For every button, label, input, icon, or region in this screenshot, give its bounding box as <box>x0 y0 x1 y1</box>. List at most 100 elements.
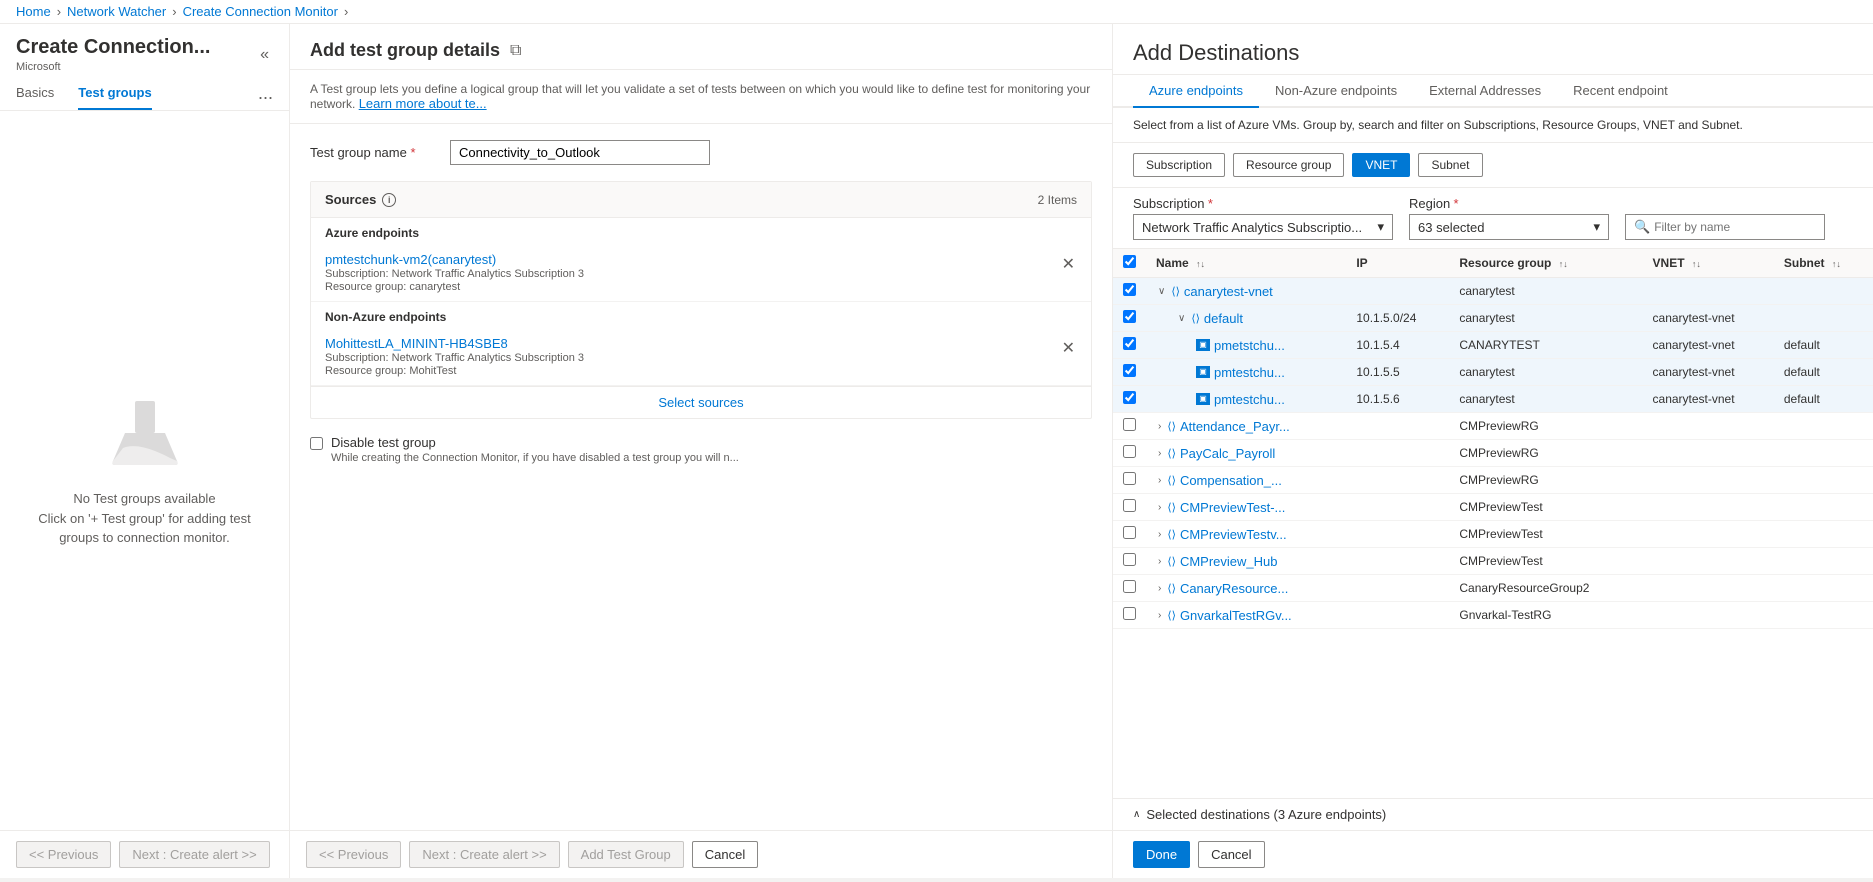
right-panel-title: Add Destinations <box>1133 40 1853 66</box>
expand-button[interactable]: › <box>1156 475 1163 486</box>
done-button[interactable]: Done <box>1133 841 1190 868</box>
expand-button[interactable]: › <box>1156 610 1163 621</box>
row-name-link[interactable]: Attendance_Payr... <box>1180 419 1290 434</box>
select-sources-button[interactable]: Select sources <box>311 386 1091 418</box>
region-label: Region * <box>1409 196 1609 211</box>
filter-vnet-button[interactable]: VNET <box>1352 153 1410 177</box>
row-resource-group-cell: canarytest <box>1449 278 1642 305</box>
row-checkbox[interactable] <box>1123 472 1136 485</box>
row-checkbox[interactable] <box>1123 580 1136 593</box>
breadcrumb-sep1: › <box>57 4 61 19</box>
select-all-header[interactable] <box>1113 249 1146 278</box>
row-subnet-cell <box>1774 413 1873 440</box>
row-name-link[interactable]: pmetstchu... <box>1214 338 1285 353</box>
learn-more-link[interactable]: Learn more about te... <box>359 96 487 111</box>
expand-button[interactable]: › <box>1156 529 1163 540</box>
row-name-link[interactable]: pmtestchu... <box>1214 365 1285 380</box>
selected-destinations[interactable]: ∧ Selected destinations (3 Azure endpoin… <box>1113 798 1873 830</box>
sources-info-icon[interactable]: i <box>382 193 396 207</box>
tab-recent-endpoint[interactable]: Recent endpoint <box>1557 75 1684 108</box>
row-checkbox[interactable] <box>1123 553 1136 566</box>
collapse-button[interactable]: « <box>256 42 273 68</box>
row-name-link[interactable]: CMPreviewTest-... <box>1180 500 1285 515</box>
row-checkbox[interactable] <box>1123 310 1136 323</box>
expand-button[interactable]: › <box>1156 421 1163 432</box>
azure-endpoint-item: pmtestchunk-vm2(canarytest) Subscription… <box>311 244 1091 302</box>
row-vnet-cell: canarytest-vnet <box>1643 305 1774 332</box>
expand-button[interactable]: › <box>1156 448 1163 459</box>
row-name-link[interactable]: Compensation_... <box>1180 473 1282 488</box>
right-cancel-button[interactable]: Cancel <box>1198 841 1264 868</box>
tab-non-azure-endpoints[interactable]: Non-Azure endpoints <box>1259 75 1413 108</box>
row-name-link[interactable]: PayCalc_Payroll <box>1180 446 1275 461</box>
row-checkbox[interactable] <box>1123 391 1136 404</box>
row-subnet-cell <box>1774 494 1873 521</box>
tab-external-addresses[interactable]: External Addresses <box>1413 75 1557 108</box>
col-subnet[interactable]: Subnet ↑↓ <box>1774 249 1873 278</box>
more-options-button[interactable]: ... <box>258 83 273 104</box>
expand-button[interactable]: › <box>1156 556 1163 567</box>
destinations-table: Name ↑↓ IP Resource group ↑↓ VNET ↑↓ Sub… <box>1113 249 1873 629</box>
filter-name-field[interactable]: 🔍 <box>1625 214 1825 240</box>
row-checkbox[interactable] <box>1123 337 1136 350</box>
row-checkbox[interactable] <box>1123 526 1136 539</box>
tab-basics[interactable]: Basics <box>16 77 54 110</box>
row-vnet-cell <box>1643 521 1774 548</box>
filter-subnet-button[interactable]: Subnet <box>1418 153 1482 177</box>
filter-resource-group-button[interactable]: Resource group <box>1233 153 1344 177</box>
non-azure-endpoint-name[interactable]: MohittestLA_MININT-HB4SBE8 <box>325 336 1060 351</box>
filter-name-input[interactable] <box>1654 220 1814 234</box>
row-name-link[interactable]: CanaryResource... <box>1180 581 1288 596</box>
breadcrumb-home[interactable]: Home <box>16 4 51 19</box>
filter-subscription-button[interactable]: Subscription <box>1133 153 1225 177</box>
row-name-cell: ›⟨⟩Compensation_... <box>1146 467 1346 494</box>
region-dropdown[interactable]: 63 selected ▾ <box>1409 214 1609 240</box>
row-resource-group-cell: CanaryResourceGroup2 <box>1449 575 1642 602</box>
expand-button[interactable]: ∨ <box>1176 313 1187 324</box>
col-resource-group[interactable]: Resource group ↑↓ <box>1449 249 1642 278</box>
disable-test-group-row: Disable test group While creating the Co… <box>310 435 1092 464</box>
row-checkbox[interactable] <box>1123 445 1136 458</box>
row-name-link[interactable]: CMPreviewTestv... <box>1180 527 1287 542</box>
table-row: ›⟨⟩CMPreviewTest-...CMPreviewTest <box>1113 494 1873 521</box>
subscription-dropdown[interactable]: Network Traffic Analytics Subscriptio...… <box>1133 214 1393 240</box>
row-checkbox[interactable] <box>1123 418 1136 431</box>
select-all-checkbox[interactable] <box>1123 255 1136 268</box>
left-panel-footer: << Previous Next : Create alert >> <box>0 830 289 878</box>
disable-test-label[interactable]: Disable test group <box>331 435 436 450</box>
expand-button[interactable]: ∨ <box>1156 286 1167 297</box>
previous-button[interactable]: << Previous <box>16 841 111 868</box>
row-checkbox[interactable] <box>1123 607 1136 620</box>
disable-test-checkbox[interactable] <box>310 437 323 450</box>
row-checkbox[interactable] <box>1123 283 1136 296</box>
row-name-link[interactable]: GnvarkalTestRGv... <box>1180 608 1292 623</box>
row-name-link[interactable]: CMPreview_Hub <box>1180 554 1278 569</box>
middle-previous-button[interactable]: << Previous <box>306 841 401 868</box>
azure-endpoint-remove-button[interactable]: ✕ <box>1060 252 1077 276</box>
expand-button[interactable]: › <box>1156 583 1163 594</box>
row-name-cell: ›⟨⟩CMPreviewTestv... <box>1146 521 1346 548</box>
breadcrumb-network-watcher[interactable]: Network Watcher <box>67 4 166 19</box>
cancel-button[interactable]: Cancel <box>692 841 758 868</box>
row-vnet-cell: canarytest-vnet <box>1643 332 1774 359</box>
col-vnet[interactable]: VNET ↑↓ <box>1643 249 1774 278</box>
disable-test-info: Disable test group While creating the Co… <box>331 435 739 464</box>
next-button[interactable]: Next : Create alert >> <box>119 841 269 868</box>
expand-button[interactable]: › <box>1156 502 1163 513</box>
azure-endpoint-name[interactable]: pmtestchunk-vm2(canarytest) <box>325 252 1060 267</box>
disable-test-desc: While creating the Connection Monitor, i… <box>331 452 739 464</box>
middle-next-button[interactable]: Next : Create alert >> <box>409 841 559 868</box>
row-checkbox[interactable] <box>1123 364 1136 377</box>
row-name-link[interactable]: canarytest-vnet <box>1184 284 1273 299</box>
row-checkbox[interactable] <box>1123 499 1136 512</box>
row-checkbox-cell <box>1113 494 1146 521</box>
col-name[interactable]: Name ↑↓ <box>1146 249 1346 278</box>
breadcrumb-create-connection-monitor[interactable]: Create Connection Monitor <box>183 4 338 19</box>
row-name-link[interactable]: pmtestchu... <box>1214 392 1285 407</box>
row-name-link[interactable]: default <box>1204 311 1243 326</box>
add-test-group-button[interactable]: Add Test Group <box>568 841 684 868</box>
test-group-name-input[interactable] <box>450 140 710 165</box>
tab-test-groups[interactable]: Test groups <box>78 77 151 110</box>
non-azure-endpoint-remove-button[interactable]: ✕ <box>1060 336 1077 360</box>
tab-azure-endpoints[interactable]: Azure endpoints <box>1133 75 1259 108</box>
